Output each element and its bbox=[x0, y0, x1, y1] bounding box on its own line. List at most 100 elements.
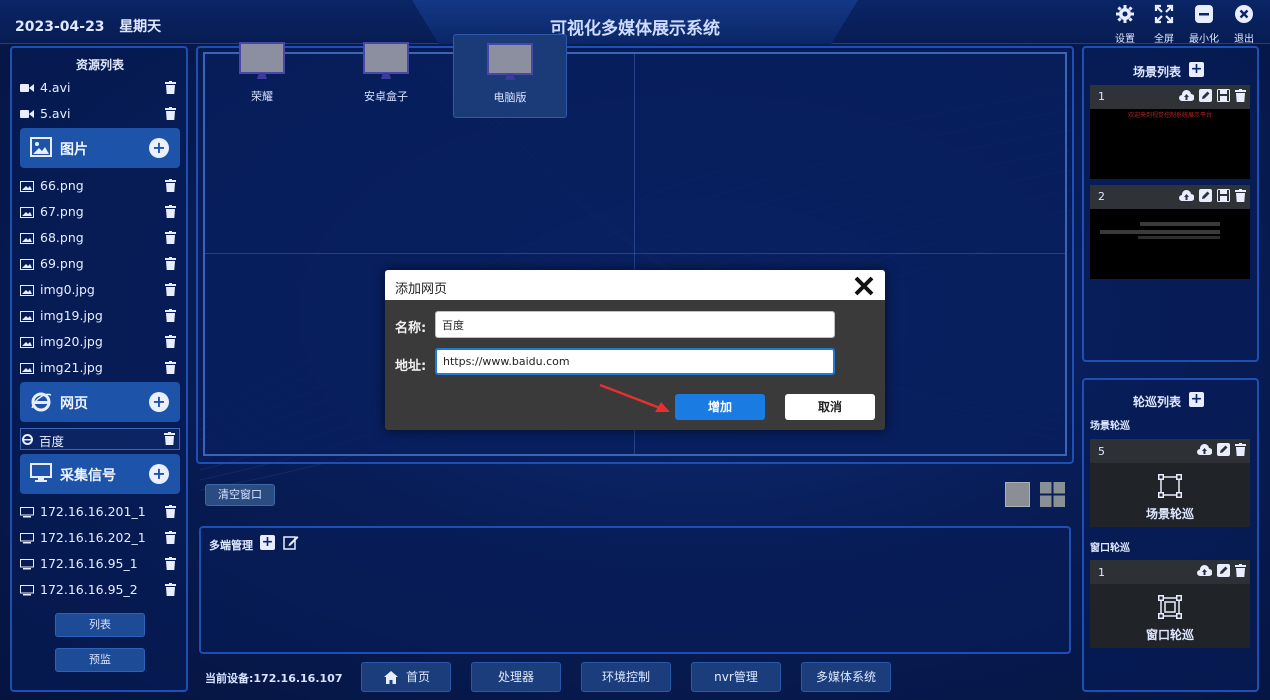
video-icon bbox=[20, 110, 34, 118]
cloud-upload-icon[interactable] bbox=[1197, 564, 1212, 577]
trash-icon[interactable] bbox=[165, 335, 176, 348]
clear-windows-button[interactable]: 清空窗口 bbox=[205, 484, 275, 506]
tour-card[interactable]: 1 窗口轮巡 bbox=[1090, 560, 1250, 648]
nav-multimedia[interactable]: 多媒体系统 bbox=[801, 662, 891, 692]
dialog-header: 添加网页 bbox=[385, 270, 885, 300]
list-item[interactable]: img0.jpg bbox=[20, 279, 180, 301]
exit-button[interactable]: 退出 bbox=[1226, 4, 1262, 45]
trash-icon[interactable] bbox=[1235, 564, 1246, 577]
trash-icon[interactable] bbox=[165, 583, 176, 596]
settings-button[interactable]: 设置 bbox=[1107, 4, 1143, 45]
nav-environment[interactable]: 环境控制 bbox=[581, 662, 671, 692]
list-item[interactable]: 67.png bbox=[20, 201, 180, 223]
add-signal-button[interactable]: + bbox=[149, 464, 169, 484]
images-category[interactable]: 图片 + bbox=[20, 128, 180, 168]
monitor-icon bbox=[20, 533, 34, 544]
window-tour-icon bbox=[1158, 595, 1182, 619]
cancel-button[interactable]: 取消 bbox=[785, 394, 875, 420]
image-icon bbox=[30, 137, 52, 157]
add-tour-button[interactable]: + bbox=[1189, 392, 1204, 407]
list-item[interactable]: 4.avi bbox=[20, 77, 180, 99]
cloud-upload-icon[interactable] bbox=[1197, 443, 1212, 456]
trash-icon[interactable] bbox=[1235, 89, 1246, 102]
edit-icon[interactable] bbox=[1199, 189, 1212, 202]
add-terminal-button[interactable]: + bbox=[260, 535, 275, 550]
add-webpage-button[interactable]: + bbox=[149, 392, 169, 412]
nav-nvr[interactable]: nvr管理 bbox=[691, 662, 781, 692]
fullscreen-label: 全屏 bbox=[1154, 34, 1174, 45]
trash-icon[interactable] bbox=[165, 107, 176, 120]
edit-icon[interactable] bbox=[1217, 564, 1230, 577]
trash-icon[interactable] bbox=[165, 557, 176, 570]
close-icon bbox=[1235, 5, 1253, 23]
list-item[interactable]: img20.jpg bbox=[20, 331, 180, 353]
trash-icon[interactable] bbox=[165, 531, 176, 544]
browser-icon bbox=[22, 434, 33, 445]
save-icon[interactable] bbox=[1217, 189, 1230, 202]
edit-icon[interactable] bbox=[1217, 443, 1230, 456]
list-item[interactable]: 66.png bbox=[20, 175, 180, 197]
signals-category[interactable]: 采集信号 + bbox=[20, 454, 180, 494]
cloud-upload-icon[interactable] bbox=[1179, 189, 1194, 202]
webpages-category[interactable]: 网页 + bbox=[20, 382, 180, 422]
list-item[interactable]: img21.jpg bbox=[20, 357, 180, 379]
trash-icon[interactable] bbox=[165, 361, 176, 374]
signals-category-label: 采集信号 bbox=[60, 468, 116, 484]
multi-terminal-panel bbox=[199, 526, 1071, 654]
edit-icon[interactable] bbox=[1199, 89, 1212, 102]
scene-header: 2 bbox=[1090, 185, 1250, 209]
images-category-label: 图片 bbox=[60, 142, 88, 158]
list-item[interactable]: 68.png bbox=[20, 227, 180, 249]
trash-icon[interactable] bbox=[165, 179, 176, 192]
edit-icon[interactable] bbox=[283, 535, 299, 550]
url-field[interactable] bbox=[435, 348, 835, 375]
preview-button[interactable]: 预监 bbox=[55, 648, 145, 672]
list-item[interactable]: 172.16.16.201_1 bbox=[20, 501, 180, 523]
close-icon[interactable] bbox=[853, 275, 875, 297]
name-label: 名称: bbox=[395, 321, 427, 336]
list-item[interactable]: 172.16.16.202_1 bbox=[20, 527, 180, 549]
trash-icon[interactable] bbox=[165, 231, 176, 244]
quad-layout-button[interactable] bbox=[1040, 482, 1065, 507]
trash-icon[interactable] bbox=[165, 205, 176, 218]
trash-icon[interactable] bbox=[165, 81, 176, 94]
nav-home[interactable]: 首页 bbox=[361, 662, 451, 692]
list-item[interactable]: 172.16.16.95_2 bbox=[20, 579, 180, 601]
minimize-button[interactable]: 最小化 bbox=[1186, 4, 1222, 45]
list-item[interactable]: 5.avi bbox=[20, 103, 180, 125]
add-image-button[interactable]: + bbox=[149, 138, 169, 158]
list-item[interactable]: 百度 bbox=[20, 428, 180, 450]
list-view-button[interactable]: 列表 bbox=[55, 613, 145, 637]
device-card[interactable]: 电脑版 bbox=[453, 34, 567, 118]
name-field[interactable] bbox=[435, 311, 835, 338]
trash-icon[interactable] bbox=[1235, 443, 1246, 456]
image-icon bbox=[20, 363, 34, 374]
device-card[interactable]: 荣耀 bbox=[205, 34, 319, 118]
list-item[interactable]: img19.jpg bbox=[20, 305, 180, 327]
add-button[interactable]: 增加 bbox=[675, 394, 765, 420]
date-display: 2023-04-23 星期天 bbox=[15, 19, 162, 35]
image-icon bbox=[20, 181, 34, 192]
monitor-icon bbox=[20, 507, 34, 518]
trash-icon[interactable] bbox=[1235, 189, 1246, 202]
trash-icon[interactable] bbox=[165, 309, 176, 322]
nav-processor[interactable]: 处理器 bbox=[471, 662, 561, 692]
device-card[interactable]: 安卓盒子 bbox=[329, 34, 443, 118]
cloud-upload-icon[interactable] bbox=[1179, 89, 1194, 102]
weekday: 星期天 bbox=[119, 19, 162, 35]
scene-card[interactable]: 1 欢迎来到视觉控制系统展示平台 bbox=[1090, 85, 1250, 179]
add-scene-button[interactable]: + bbox=[1189, 62, 1204, 77]
tour-card[interactable]: 5 场景轮巡 bbox=[1090, 439, 1250, 527]
list-item[interactable]: 172.16.16.95_1 bbox=[20, 553, 180, 575]
trash-icon[interactable] bbox=[165, 283, 176, 296]
single-layout-button[interactable] bbox=[1005, 482, 1030, 507]
trash-icon[interactable] bbox=[165, 257, 176, 270]
list-item[interactable]: 69.png bbox=[20, 253, 180, 275]
fullscreen-button[interactable]: 全屏 bbox=[1146, 4, 1182, 45]
trash-icon[interactable] bbox=[165, 505, 176, 518]
grid-divider bbox=[205, 253, 1065, 254]
scene-card[interactable]: 2 bbox=[1090, 185, 1250, 279]
current-device: 当前设备:172.16.16.107 bbox=[205, 672, 343, 685]
save-icon[interactable] bbox=[1217, 89, 1230, 102]
trash-icon[interactable] bbox=[164, 432, 175, 445]
